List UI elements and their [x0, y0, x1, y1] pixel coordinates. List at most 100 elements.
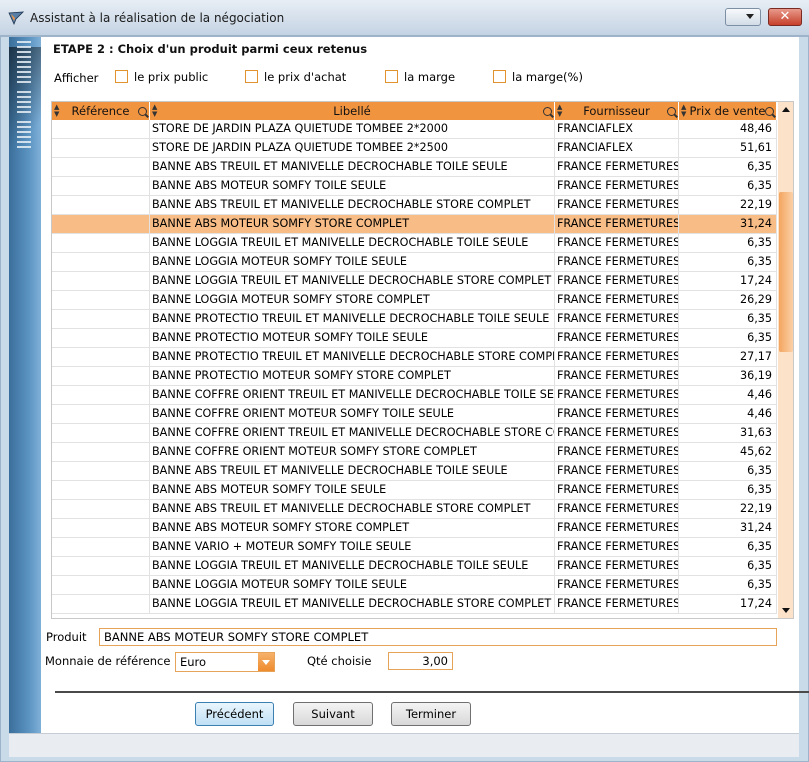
column-header-reference[interactable]: ▲ ▼ Référence: [52, 102, 150, 120]
sort-icon[interactable]: ▲ ▼: [681, 104, 686, 118]
checkbox-label: le prix public: [134, 70, 209, 84]
search-icon[interactable]: [667, 107, 676, 116]
cell-libelle: BANNE LOGGIA TREUIL ET MANIVELLE DECROCH…: [150, 557, 555, 576]
cell-libelle: BANNE COFFRE ORIENT MOTEUR SOMFY TOILE S…: [150, 405, 555, 424]
monnaie-select[interactable]: Euro: [175, 652, 275, 672]
title-bar: Assistant à la réalisation de la négocia…: [0, 0, 809, 36]
cell-libelle: BANNE ABS MOTEUR SOMFY TOILE SEULE: [150, 177, 555, 196]
wizard-content: ETAPE 2 : Choix d'un produit parmi ceux …: [41, 37, 809, 733]
table-row[interactable]: BANNE PROTECTIO TREUIL ET MANIVELLE DECR…: [52, 310, 777, 329]
checkbox-label: la marge(%): [512, 70, 583, 84]
cell-libelle: BANNE PROTECTIO MOTEUR SOMFY STORE COMPL…: [150, 367, 555, 386]
sort-icon[interactable]: ▲ ▼: [54, 104, 59, 118]
table-row[interactable]: BANNE LOGGIA TREUIL ET MANIVELLE DECROCH…: [52, 595, 777, 614]
table-row[interactable]: BANNE ABS MOTEUR SOMFY TOILE SEULE FRANCE…: [52, 177, 777, 196]
cell-fournisseur: FRANCE FERMETURES: [555, 595, 679, 614]
checkbox-box[interactable]: [493, 70, 506, 83]
table-row[interactable]: BANNE ABS TREUIL ET MANIVELLE DECROCHABL…: [52, 196, 777, 215]
checkbox-prix-achat[interactable]: le prix d'achat: [245, 70, 346, 84]
cell-reference: [52, 196, 150, 215]
cell-fournisseur: FRANCE FERMETURES: [555, 234, 679, 253]
checkbox-box[interactable]: [245, 70, 258, 83]
table-row[interactable]: BANNE ABS TREUIL ET MANIVELLE DECROCHABL…: [52, 462, 777, 481]
table-row[interactable]: BANNE LOGGIA MOTEUR SOMFY TOILE SEULE FRA…: [52, 576, 777, 595]
produit-label: Produit: [46, 630, 87, 644]
precedent-button[interactable]: Précédent: [195, 702, 274, 726]
cell-prix: 31,63: [679, 424, 777, 443]
table-row[interactable]: STORE DE JARDIN PLAZA QUIETUDE TOMBEE 2*…: [52, 139, 777, 158]
cell-libelle: BANNE PROTECTIO TREUIL ET MANIVELLE DECR…: [150, 310, 555, 329]
checkbox-box[interactable]: [115, 70, 128, 83]
cell-prix: 45,62: [679, 443, 777, 462]
produit-field[interactable]: BANNE ABS MOTEUR SOMFY STORE COMPLET: [99, 628, 777, 646]
cell-fournisseur: FRANCE FERMETURES: [555, 405, 679, 424]
table-row[interactable]: BANNE COFFRE ORIENT MOTEUR SOMFY TOILE S…: [52, 405, 777, 424]
cell-prix: 6,35: [679, 310, 777, 329]
chevron-down-icon[interactable]: [258, 653, 274, 671]
cell-libelle: BANNE LOGGIA TREUIL ET MANIVELLE DECROCH…: [150, 234, 555, 253]
cell-fournisseur: FRANCE FERMETURES: [555, 177, 679, 196]
table-row[interactable]: BANNE LOGGIA TREUIL ET MANIVELLE DECROCH…: [52, 234, 777, 253]
table-row[interactable]: BANNE ABS TREUIL ET MANIVELLE DECROCHABL…: [52, 500, 777, 519]
cell-libelle: BANNE ABS TREUIL ET MANIVELLE DECROCHABL…: [150, 500, 555, 519]
checkbox-prix-public[interactable]: le prix public: [115, 70, 208, 84]
cell-reference: [52, 329, 150, 348]
table-row[interactable]: BANNE ABS MOTEUR SOMFY STORE COMPLET FRAN…: [52, 519, 777, 538]
cell-reference: [52, 158, 150, 177]
table-row[interactable]: BANNE ABS MOTEUR SOMFY STORE COMPLET FRAN…: [52, 215, 777, 234]
table-row[interactable]: BANNE COFFRE ORIENT TREUIL ET MANIVELLE …: [52, 424, 777, 443]
vertical-scrollbar[interactable]: [778, 102, 793, 618]
table-row[interactable]: BANNE LOGGIA MOTEUR SOMFY STORE COMPLET F…: [52, 291, 777, 310]
table-row[interactable]: BANNE COFFRE ORIENT MOTEUR SOMFY STORE C…: [52, 443, 777, 462]
sort-icon[interactable]: ▲ ▼: [152, 104, 157, 118]
cell-libelle: BANNE ABS TREUIL ET MANIVELLE DECROCHABL…: [150, 158, 555, 177]
qte-field[interactable]: 3,00: [388, 652, 453, 670]
cell-prix: 27,17: [679, 348, 777, 367]
sort-icon[interactable]: ▲ ▼: [557, 104, 562, 118]
cell-reference: [52, 443, 150, 462]
cell-fournisseur: FRANCE FERMETURES: [555, 443, 679, 462]
cell-libelle: STORE DE JARDIN PLAZA QUIETUDE TOMBEE 2*…: [150, 139, 555, 158]
cell-libelle: BANNE COFFRE ORIENT TREUIL ET MANIVELLE …: [150, 424, 555, 443]
cell-fournisseur: FRANCIAFLEX: [555, 139, 679, 158]
table-row[interactable]: BANNE VARIO + MOTEUR SOMFY TOILE SEULE FR…: [52, 538, 777, 557]
cell-reference: [52, 272, 150, 291]
cell-libelle: BANNE ABS MOTEUR SOMFY STORE COMPLET: [150, 215, 555, 234]
search-icon[interactable]: [543, 107, 552, 116]
table-row[interactable]: STORE DE JARDIN PLAZA QUIETUDE TOMBEE 2*…: [52, 120, 777, 139]
cell-reference: [52, 386, 150, 405]
checkbox-box[interactable]: [385, 70, 398, 83]
search-icon[interactable]: [765, 107, 774, 116]
table-row[interactable]: BANNE LOGGIA MOTEUR SOMFY TOILE SEULE FRA…: [52, 253, 777, 272]
cell-prix: 6,35: [679, 253, 777, 272]
scroll-thumb[interactable]: [779, 192, 793, 352]
scroll-down-icon[interactable]: [778, 602, 793, 618]
table-row[interactable]: BANNE ABS TREUIL ET MANIVELLE DECROCHABL…: [52, 158, 777, 177]
column-header-fournisseur[interactable]: ▲ ▼ Fournisseur: [555, 102, 679, 120]
checkbox-marge[interactable]: la marge: [385, 70, 455, 84]
cell-reference: [52, 234, 150, 253]
checkbox-marge-pct[interactable]: la marge(%): [493, 70, 583, 84]
table-row[interactable]: BANNE ABS MOTEUR SOMFY TOILE SEULE FRANCE…: [52, 481, 777, 500]
table-row[interactable]: BANNE LOGGIA TREUIL ET MANIVELLE DECROCH…: [52, 272, 777, 291]
chevron-down-icon: [746, 14, 754, 19]
cell-reference: [52, 576, 150, 595]
close-button[interactable]: ✕: [768, 8, 802, 26]
afficher-label: Afficher: [54, 71, 99, 85]
table-row[interactable]: BANNE PROTECTIO TREUIL ET MANIVELLE DECR…: [52, 348, 777, 367]
suivant-button[interactable]: Suivant: [293, 702, 373, 726]
cell-libelle: BANNE COFFRE ORIENT TREUIL ET MANIVELLE …: [150, 386, 555, 405]
table-row[interactable]: BANNE PROTECTIO MOTEUR SOMFY STORE COMPL…: [52, 367, 777, 386]
table-row[interactable]: BANNE COFFRE ORIENT TREUIL ET MANIVELLE …: [52, 386, 777, 405]
column-header-prix[interactable]: ▲ ▼ Prix de vente: [679, 102, 777, 120]
table-row[interactable]: BANNE PROTECTIO MOTEUR SOMFY TOILE SEULE…: [52, 329, 777, 348]
cell-prix: 6,35: [679, 576, 777, 595]
terminer-button[interactable]: Terminer: [391, 702, 471, 726]
column-header-libelle[interactable]: ▲ ▼ Libellé: [150, 102, 555, 120]
scroll-up-icon[interactable]: [778, 102, 793, 118]
window-menu-button[interactable]: [725, 8, 761, 26]
search-icon[interactable]: [138, 107, 147, 116]
cell-fournisseur: FRANCE FERMETURES: [555, 481, 679, 500]
table-row[interactable]: BANNE LOGGIA TREUIL ET MANIVELLE DECROCH…: [52, 557, 777, 576]
cell-libelle: BANNE PROTECTIO MOTEUR SOMFY TOILE SEULE: [150, 329, 555, 348]
